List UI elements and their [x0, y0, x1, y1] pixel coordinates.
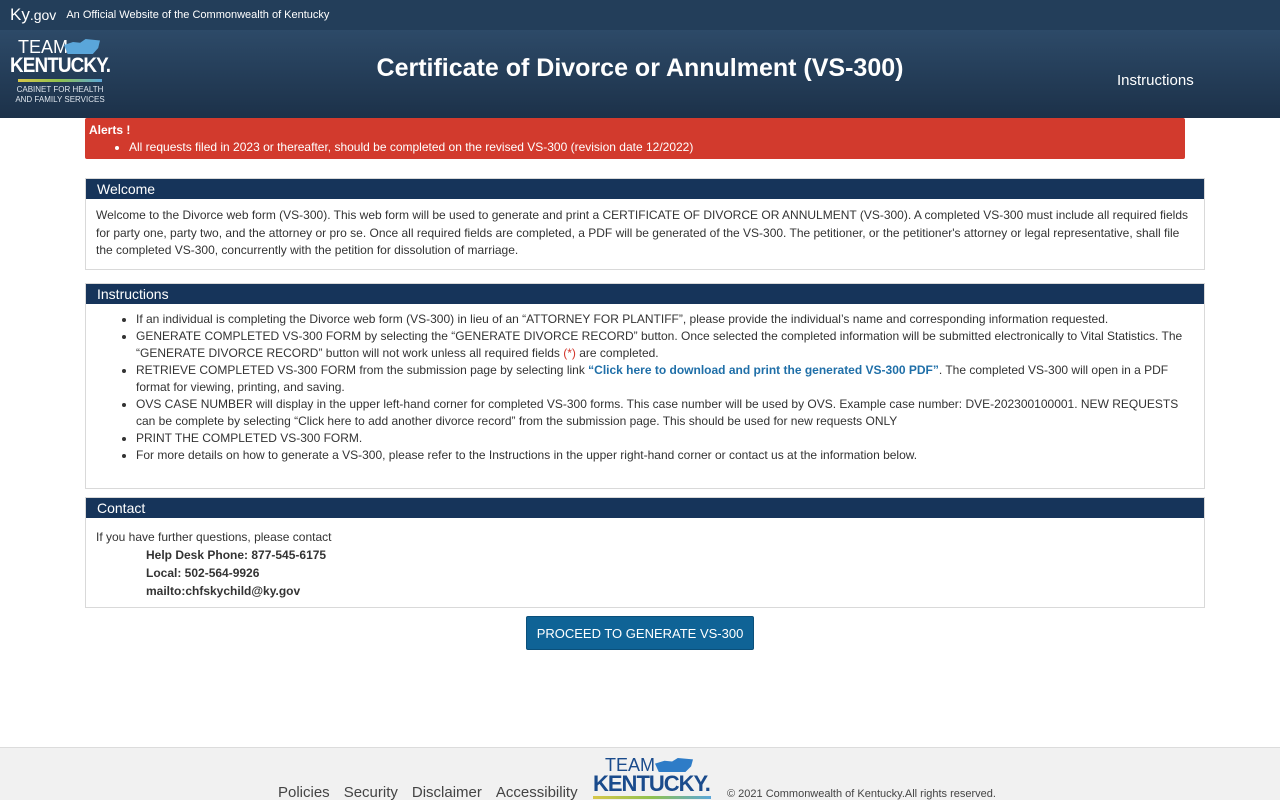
- contact-panel: Contact If you have further questions, p…: [85, 497, 1205, 608]
- footer-link-disclaimer[interactable]: Disclaimer: [412, 784, 482, 800]
- kentucky-state-icon: [655, 758, 693, 772]
- instructions-heading: Instructions: [86, 284, 1204, 304]
- instruction-item: GENERATE COMPLETED VS-300 FORM by select…: [136, 328, 1194, 362]
- instruction-item: For more details on how to generate a VS…: [136, 447, 1194, 464]
- page-header: TEAM KENTUCKY. CABINET FOR HEALTH AND FA…: [0, 30, 1280, 118]
- instructions-link[interactable]: Instructions: [1117, 72, 1207, 89]
- contact-email[interactable]: mailto:chfskychild@ky.gov: [96, 582, 1194, 600]
- instruction-item: RETRIEVE COMPLETED VS-300 FORM from the …: [136, 362, 1194, 396]
- copyright-text: © 2021 Commonwealth of Kentucky.All righ…: [727, 788, 996, 800]
- welcome-heading: Welcome: [86, 179, 1204, 199]
- instructions-panel: Instructions If an individual is complet…: [85, 283, 1205, 489]
- footer-team-kentucky-logo: TEAM KENTUCKY.: [593, 756, 715, 799]
- official-website-text: An Official Website of the Commonwealth …: [66, 9, 330, 21]
- download-pdf-link-text: “Click here to download and print the ge…: [588, 363, 939, 377]
- required-marker: (*): [563, 346, 576, 360]
- local-phone: Local: 502-564-9926: [146, 566, 260, 580]
- alert-banner: Alerts ! All requests filed in 2023 or t…: [85, 118, 1185, 159]
- instruction-item: PRINT THE COMPLETED VS-300 FORM.: [136, 430, 1194, 447]
- proceed-generate-button[interactable]: PROCEED TO GENERATE VS-300: [526, 616, 754, 650]
- help-desk-phone: Help Desk Phone: 877-545-6175: [146, 548, 327, 562]
- footer-link-policies[interactable]: Policies: [278, 784, 330, 800]
- footer-link-accessibility[interactable]: Accessibility: [496, 784, 578, 800]
- alert-item: All requests filed in 2023 or thereafter…: [129, 140, 1181, 154]
- top-bar: Ky.gov An Official Website of the Common…: [0, 0, 1280, 30]
- contact-heading: Contact: [86, 498, 1204, 518]
- contact-intro: If you have further questions, please co…: [96, 530, 332, 544]
- page-title: Certificate of Divorce or Annulment (VS-…: [376, 54, 904, 82]
- kentucky-state-icon: [64, 39, 100, 54]
- welcome-panel: Welcome Welcome to the Divorce web form …: [85, 178, 1205, 270]
- alert-title: Alerts !: [89, 123, 131, 137]
- welcome-text: Welcome to the Divorce web form (VS-300)…: [96, 208, 1188, 257]
- instruction-item: OVS CASE NUMBER will display in the uppe…: [136, 396, 1194, 430]
- page-footer: Policies Security Disclaimer Accessibili…: [0, 747, 1280, 800]
- instruction-item: If an individual is completing the Divor…: [136, 311, 1194, 328]
- footer-link-security[interactable]: Security: [344, 784, 398, 800]
- kygov-logo[interactable]: Ky.gov: [10, 5, 56, 25]
- footer-links: Policies Security Disclaimer Accessibili…: [278, 784, 578, 800]
